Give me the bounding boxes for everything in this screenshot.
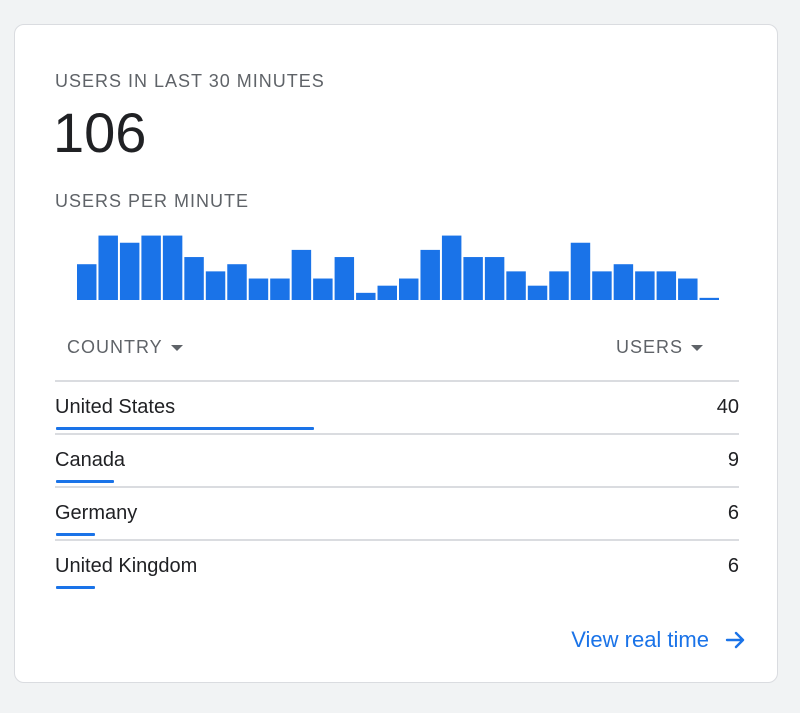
share-bar [56,533,95,536]
caret-down-icon [691,344,703,351]
per-minute-label: USERS PER MINUTE [55,191,250,211]
users-column-label: USERS [615,337,683,357]
user-count: 6 [727,555,739,577]
users-count: 106 [53,101,147,164]
country-name: Germany [55,502,138,524]
users-column-header[interactable]: USERS [616,337,703,358]
chart-bar [441,235,462,300]
chart-bar [377,285,397,300]
chart-bar [141,235,161,300]
table-row[interactable]: Germany 6 [55,488,739,541]
chart-bar [270,278,290,300]
chart-bar [420,249,440,300]
chart-bar [613,264,634,300]
chart-bar [399,278,419,300]
country-table: United States 40 Canada 9 Germany 6 Unit… [55,380,739,592]
chart-bar [484,257,505,300]
table-row[interactable]: Canada 9 [55,435,739,488]
chart-bar [162,235,183,300]
chart-bar [699,297,719,300]
user-count: 9 [727,449,739,471]
chart-bar [463,257,483,300]
table-row[interactable]: United States 40 [55,382,739,435]
view-real-time-link[interactable]: View real time [571,627,747,653]
chart-bar [635,271,655,300]
chart-bar [549,271,569,300]
arrow-right-icon [725,631,745,649]
country-name: Canada [55,449,126,471]
country-name: United Kingdom [55,555,198,577]
chart-bar [656,271,677,300]
chart-bar [527,285,548,300]
chart-bar [119,242,140,300]
share-bar [56,586,95,589]
share-bar [56,480,115,483]
chart-bar [334,257,355,300]
chart-bar [291,249,312,300]
chart-bar [570,242,591,300]
country-column-header[interactable]: COUNTRY [67,337,183,358]
chart-bar [248,278,269,300]
chart-bar [678,278,698,300]
view-real-time-label: View real time [571,627,709,652]
user-count: 6 [727,502,739,524]
chart-bar [506,271,526,300]
country-name: United States [55,396,176,418]
users-label: USERS IN LAST 30 MINUTES [55,71,325,91]
users-per-minute-chart [77,235,719,300]
chart-bar [592,271,612,300]
chart-bar [205,271,226,300]
chart-bar [356,292,376,300]
country-column-label: COUNTRY [67,337,163,357]
caret-down-icon [170,344,183,351]
user-count: 40 [716,396,739,418]
chart-bar [77,264,97,300]
chart-bar [98,235,118,300]
realtime-card: USERS IN LAST 30 MINUTES 106 USERS PER M… [14,24,778,683]
share-bar [56,427,314,430]
table-row[interactable]: United Kingdom 6 [55,541,739,592]
chart-bar [184,257,204,300]
chart-bar [227,264,247,300]
chart-bar [313,278,333,300]
